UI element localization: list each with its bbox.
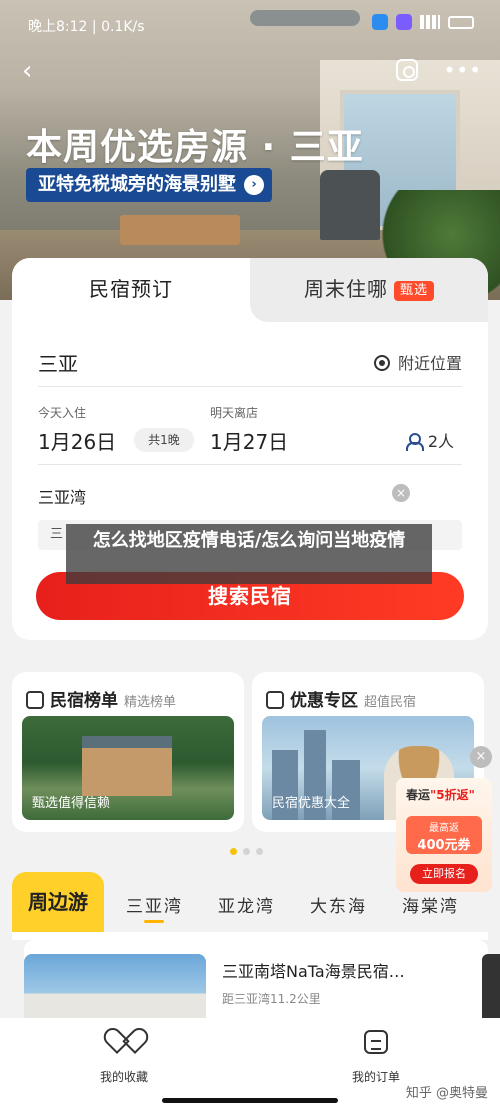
tab-dadonghai[interactable]: 大东海 bbox=[310, 892, 367, 917]
clear-icon[interactable]: × bbox=[392, 484, 410, 502]
dot bbox=[243, 848, 250, 855]
camera-icon[interactable] bbox=[395, 59, 418, 81]
dot bbox=[256, 848, 263, 855]
order-icon bbox=[364, 1030, 388, 1054]
tab-sanya-bay[interactable]: 三亚湾 bbox=[126, 892, 183, 923]
signal-icon bbox=[420, 15, 440, 29]
nearby-location[interactable]: 附近位置 bbox=[373, 350, 462, 374]
checkout-label: 明天离店 bbox=[210, 406, 259, 420]
orders-button[interactable]: 我的订单 bbox=[326, 1030, 426, 1085]
app-icon bbox=[396, 14, 412, 30]
promo-caption: 民宿优惠大全 bbox=[272, 796, 351, 811]
home-indicator bbox=[162, 1098, 338, 1103]
tab-haitang-bay[interactable]: 海棠湾 bbox=[402, 892, 459, 917]
tower-shape bbox=[332, 760, 360, 820]
guest-count[interactable]: 2人 bbox=[405, 428, 454, 452]
hero-subtitle-link[interactable]: 亚特免税城旁的海景别墅 › bbox=[26, 168, 272, 202]
divider bbox=[38, 386, 462, 387]
overlay-caption: 怎么找地区疫情电话/怎么询问当地疫情 bbox=[66, 524, 432, 584]
ad-coupon: 最高返 400元券 bbox=[406, 816, 482, 854]
back-icon[interactable]: ‹ bbox=[22, 56, 32, 86]
carousel-dots bbox=[230, 848, 263, 855]
listing-thumbnail-next bbox=[482, 954, 500, 1020]
booking-tabs: 民宿预订 周末住哪 甄选 bbox=[12, 258, 488, 322]
watermark: 知乎 @奥特曼 bbox=[405, 1086, 488, 1101]
promo-head: 民宿榜单 精选榜单 bbox=[26, 686, 176, 711]
favorites-button[interactable]: 我的收藏 bbox=[74, 1030, 174, 1085]
status-bar: 晚上8:12 | 0.1K/s bbox=[0, 12, 500, 36]
tab-weekend-stay[interactable]: 周末住哪 甄选 bbox=[250, 258, 488, 322]
section-divider bbox=[12, 932, 488, 940]
checkin-label: 今天入住 bbox=[38, 406, 87, 420]
keyword-field[interactable]: 三亚湾 bbox=[38, 484, 86, 508]
app-icon bbox=[372, 14, 388, 30]
tab-yalong-bay[interactable]: 亚龙湾 bbox=[218, 892, 275, 917]
city-row[interactable]: 三亚 附近位置 bbox=[38, 344, 462, 380]
listing-name: 三亚南塔NaTa海景民宿… bbox=[222, 962, 405, 981]
nearby-title: 周边游 bbox=[12, 872, 104, 932]
more-icon[interactable]: ••• bbox=[444, 58, 482, 82]
promo-caption: 甄选值得信赖 bbox=[32, 796, 111, 811]
status-icons bbox=[372, 14, 474, 30]
hero-title: 本周优选房源 · 三亚 bbox=[26, 127, 364, 168]
location-target-icon bbox=[373, 355, 390, 371]
listing-thumbnail bbox=[24, 954, 206, 1020]
tab-homestay-booking[interactable]: 民宿预订 bbox=[12, 258, 250, 322]
divider bbox=[38, 464, 462, 465]
heart-icon bbox=[111, 1030, 137, 1054]
chevron-right-icon: › bbox=[244, 175, 264, 195]
battery-icon bbox=[448, 15, 474, 29]
ranking-icon bbox=[26, 691, 44, 709]
ad-close-icon[interactable]: × bbox=[470, 746, 492, 768]
ad-title: 春运"5折返" bbox=[406, 788, 475, 802]
nav-bar: ‹ ••• bbox=[0, 50, 500, 90]
hero-chair bbox=[320, 170, 380, 240]
status-time: 晚上8:12 | 0.1K/s bbox=[28, 19, 145, 35]
checkout-date[interactable]: 1月27日 bbox=[210, 426, 288, 455]
nav-actions: ••• bbox=[395, 58, 482, 82]
house-shape bbox=[82, 736, 172, 796]
nearby-tabs: 周边游 三亚湾 亚龙湾 大东海 海棠湾 bbox=[12, 872, 488, 932]
promo-head: 优惠专区 超值民宿 bbox=[266, 686, 416, 711]
person-icon bbox=[405, 433, 424, 451]
city-name[interactable]: 三亚 bbox=[38, 348, 78, 377]
listing-card[interactable]: 三亚南塔NaTa海景民宿… 距三亚湾11.2公里 bbox=[24, 940, 500, 1020]
nights-count: 共1晚 bbox=[134, 428, 194, 452]
promo-card-ranking[interactable]: 民宿榜单 精选榜单 甄选值得信赖 bbox=[12, 672, 244, 832]
dot-active bbox=[230, 848, 237, 855]
hero-table bbox=[120, 215, 240, 245]
listing-distance: 距三亚湾11.2公里 bbox=[222, 992, 321, 1006]
discount-icon bbox=[266, 691, 284, 709]
checkin-date[interactable]: 1月26日 bbox=[38, 426, 116, 455]
selected-badge: 甄选 bbox=[393, 280, 434, 301]
